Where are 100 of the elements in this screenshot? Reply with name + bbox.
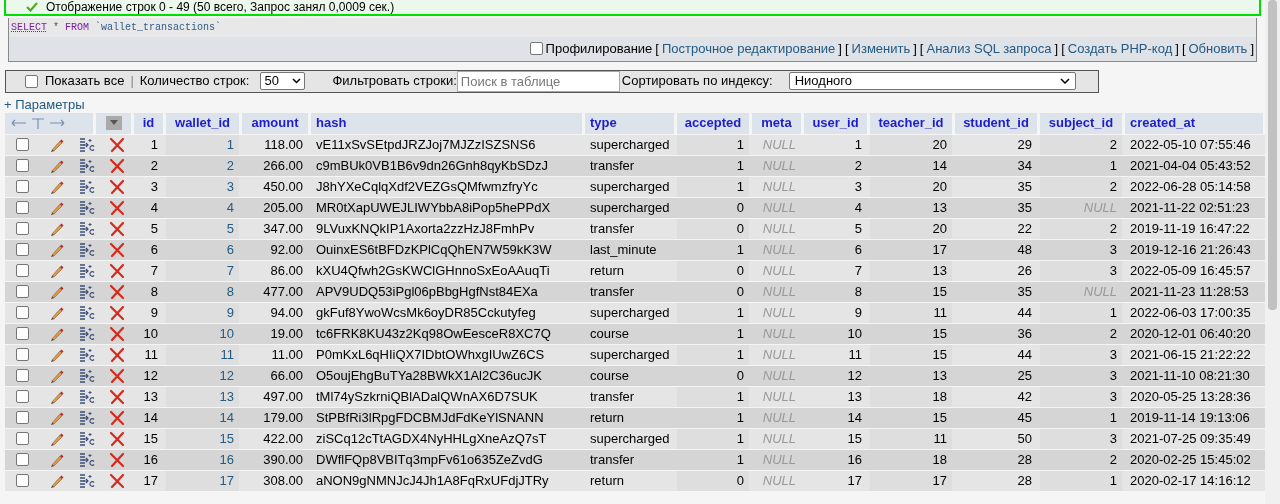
wallet-id-link[interactable]: 5 <box>226 218 234 239</box>
action-link[interactable]: Обновить <box>1188 39 1248 59</box>
insert-row-icon[interactable] <box>78 262 95 279</box>
delete-icon[interactable] <box>109 409 125 426</box>
row-checkbox[interactable] <box>16 306 29 319</box>
wallet-id-link[interactable]: 6 <box>226 239 234 260</box>
delete-icon[interactable] <box>109 304 125 321</box>
sort-select[interactable]: Ниодного <box>788 72 1076 90</box>
rows-count-select[interactable]: 50 <box>260 72 306 90</box>
column-header[interactable]: subject_id <box>1040 112 1122 134</box>
wallet-id-link[interactable]: 7 <box>226 260 234 281</box>
column-header[interactable]: amount <box>242 112 308 134</box>
wallet-id-link[interactable]: 2 <box>226 155 234 176</box>
null-value: NULL <box>762 429 796 448</box>
delete-icon[interactable] <box>109 136 125 153</box>
table-cell-text: 1 <box>736 408 744 427</box>
column-header[interactable]: hash <box>311 112 582 134</box>
delete-icon[interactable] <box>109 451 125 468</box>
show-all-checkbox[interactable] <box>25 74 38 88</box>
wallet-id-link[interactable]: 11 <box>220 344 234 365</box>
action-link[interactable]: Построчное редактирование <box>661 39 836 59</box>
row-checkbox[interactable] <box>16 390 29 403</box>
row-checkbox[interactable] <box>16 327 29 340</box>
row-checkbox[interactable] <box>16 432 29 445</box>
bracket: [ <box>1061 40 1065 58</box>
delete-icon[interactable] <box>109 241 125 258</box>
column-header[interactable]: wallet_id <box>166 112 239 134</box>
action-link[interactable]: Изменить <box>851 39 911 59</box>
row-checkbox[interactable] <box>16 348 29 361</box>
delete-icon[interactable] <box>109 283 125 300</box>
delete-icon[interactable] <box>109 430 125 447</box>
insert-row-icon[interactable] <box>78 136 95 153</box>
table-cell-text: 477.00 <box>263 282 303 301</box>
wallet-id-link[interactable]: 16 <box>219 449 234 470</box>
row-checkbox[interactable] <box>16 411 29 424</box>
filter-input[interactable]: Поиск в таблице <box>456 70 620 92</box>
column-header[interactable]: id <box>134 112 163 134</box>
column-header[interactable]: student_id <box>955 112 1037 134</box>
column-header[interactable]: meta <box>752 112 801 134</box>
insert-row-icon[interactable] <box>78 178 95 195</box>
row-checkbox[interactable] <box>16 180 29 193</box>
table-cell-text: 266.00 <box>263 156 303 175</box>
insert-row-icon[interactable] <box>78 157 95 174</box>
delete-icon[interactable] <box>109 388 125 405</box>
delete-icon[interactable] <box>109 199 125 216</box>
table-cell-text: 1 <box>736 240 744 259</box>
action-link[interactable]: Анализ SQL запроса <box>926 39 1052 59</box>
column-header[interactable]: accepted <box>677 112 749 134</box>
insert-row-icon[interactable] <box>78 409 95 426</box>
delete-icon[interactable] <box>109 220 125 237</box>
options-link[interactable]: + Параметры <box>4 96 85 112</box>
delete-icon[interactable] <box>109 472 125 489</box>
wallet-id-link[interactable]: 9 <box>226 302 234 323</box>
dropdown-icon[interactable] <box>105 116 122 130</box>
delete-icon[interactable] <box>109 178 125 195</box>
scrollbar-thumb[interactable] <box>1268 0 1277 310</box>
insert-row-icon[interactable] <box>78 304 95 321</box>
column-header[interactable]: user_id <box>804 112 867 134</box>
wallet-id-link[interactable]: 8 <box>226 281 234 302</box>
column-header[interactable]: teacher_id <box>870 112 952 134</box>
insert-row-icon[interactable] <box>78 283 95 300</box>
insert-row-icon[interactable] <box>78 220 95 237</box>
table-cell-text: supercharged <box>590 198 670 217</box>
wallet-id-link[interactable]: 12 <box>219 365 234 386</box>
profiling-checkbox[interactable] <box>529 42 543 56</box>
wallet-id-link[interactable]: 1 <box>226 134 234 155</box>
row-checkbox[interactable] <box>16 285 29 298</box>
delete-icon[interactable] <box>109 157 125 174</box>
delete-icon[interactable] <box>109 262 125 279</box>
column-header[interactable]: created_at <box>1125 112 1263 134</box>
table-cell-text: 0 <box>736 219 744 238</box>
row-checkbox[interactable] <box>16 201 29 214</box>
action-link[interactable]: Создать PHP-код <box>1067 39 1173 59</box>
insert-row-icon[interactable] <box>78 241 95 258</box>
wallet-id-link[interactable]: 4 <box>226 197 234 218</box>
row-checkbox[interactable] <box>16 369 29 382</box>
row-checkbox[interactable] <box>16 159 29 172</box>
insert-row-icon[interactable] <box>78 430 95 447</box>
table-cell-text: 14 <box>847 408 862 427</box>
wallet-id-link[interactable]: 14 <box>219 407 234 428</box>
delete-icon[interactable] <box>109 346 125 363</box>
wallet-id-link[interactable]: 10 <box>219 323 234 344</box>
insert-row-icon[interactable] <box>78 325 95 342</box>
row-checkbox[interactable] <box>16 243 29 256</box>
row-checkbox[interactable] <box>16 474 29 487</box>
row-checkbox[interactable] <box>16 138 29 151</box>
delete-icon[interactable] <box>109 325 125 342</box>
delete-icon[interactable] <box>109 367 125 384</box>
column-header[interactable]: type <box>585 112 674 134</box>
row-checkbox[interactable] <box>16 222 29 235</box>
insert-row-icon[interactable] <box>78 346 95 363</box>
insert-row-icon[interactable] <box>78 367 95 384</box>
insert-row-icon[interactable] <box>78 472 95 489</box>
insert-row-icon[interactable] <box>78 199 95 216</box>
row-checkbox[interactable] <box>16 453 29 466</box>
insert-row-icon[interactable] <box>78 388 95 405</box>
row-checkbox[interactable] <box>16 264 29 277</box>
table-cell-text: 1 <box>736 450 744 469</box>
insert-row-icon[interactable] <box>78 451 95 468</box>
wallet-id-link[interactable]: 3 <box>226 176 234 197</box>
